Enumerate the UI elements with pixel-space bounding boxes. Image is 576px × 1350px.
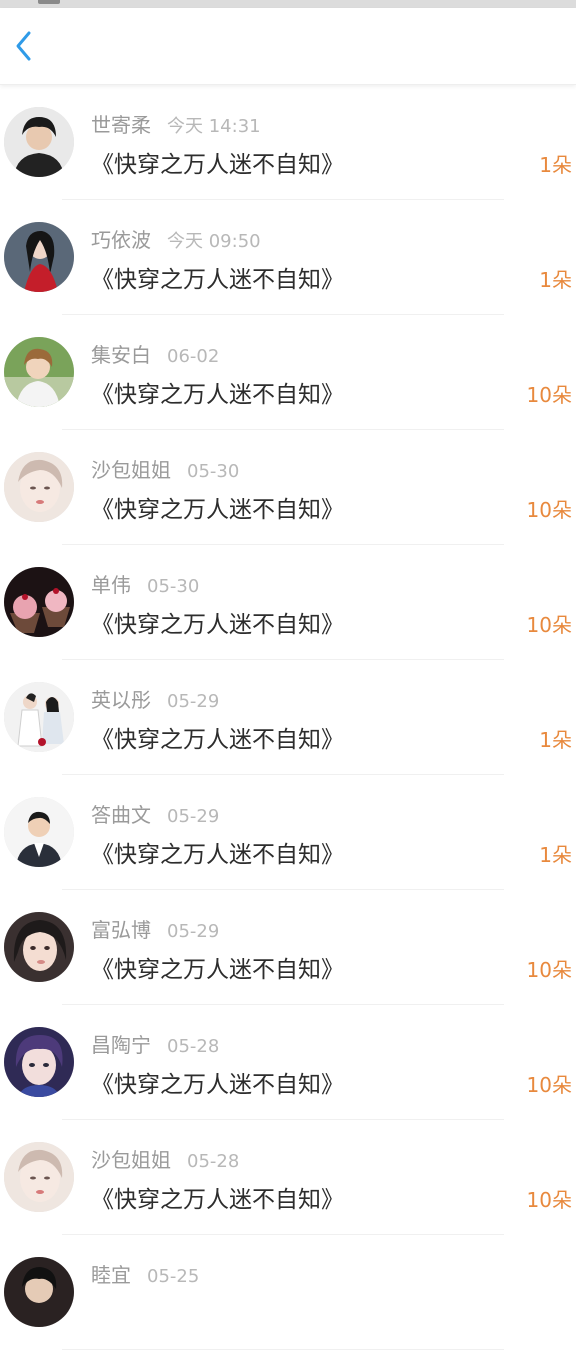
list-item[interactable]: 英以彤 05-29 《快穿之万人迷不自知》 1朵 — [0, 660, 576, 775]
avatar-costume-figures[interactable] — [4, 682, 74, 752]
list-item[interactable]: 巧依波 今天 09:50 《快穿之万人迷不自知》 1朵 — [0, 200, 576, 315]
timestamp: 今天 14:31 — [167, 116, 261, 137]
avatar-girl-dark-hair[interactable] — [4, 912, 74, 982]
item-meta: 集安白 06-02 — [91, 339, 219, 367]
gift-list: 世寄柔 今天 14:31 《快穿之万人迷不自知》 1朵 巧依波 今天 09:50… — [0, 85, 576, 1350]
item-meta: 昌陶宁 05-28 — [91, 1029, 219, 1057]
list-item[interactable]: 集安白 06-02 《快穿之万人迷不自知》 10朵 — [0, 315, 576, 430]
flower-count: 1朵 — [539, 728, 572, 752]
timestamp: 05-29 — [167, 691, 220, 712]
avatar-image — [4, 912, 74, 982]
avatar-image — [4, 567, 74, 637]
flower-count: 10朵 — [526, 1188, 572, 1212]
item-meta: 沙包姐姐 05-30 — [91, 454, 239, 482]
user-name[interactable]: 集安白 — [91, 339, 151, 368]
user-name[interactable]: 昌陶宁 — [91, 1029, 151, 1058]
user-name[interactable]: 单伟 — [91, 569, 131, 598]
timestamp: 05-28 — [187, 1151, 240, 1172]
avatar-image — [4, 452, 74, 522]
avatar-illustrated-girl[interactable] — [4, 1142, 74, 1212]
flower-count: 1朵 — [539, 153, 572, 177]
item-meta: 睦宜 05-25 — [91, 1259, 199, 1287]
list-item[interactable]: 世寄柔 今天 14:31 《快穿之万人迷不自知》 1朵 — [0, 85, 576, 200]
avatar-man-suit[interactable] — [4, 797, 74, 867]
avatar-image — [4, 337, 74, 407]
avatar-image — [4, 682, 74, 752]
flower-count: 10朵 — [526, 1073, 572, 1097]
list-item[interactable]: 睦宜 05-25 — [0, 1235, 576, 1350]
avatar-image — [4, 107, 74, 177]
avatar-image — [4, 1142, 74, 1212]
book-title[interactable]: 《快穿之万人迷不自知》 — [91, 145, 344, 179]
chevron-left-icon — [16, 31, 31, 61]
timestamp: 05-30 — [187, 461, 240, 482]
timestamp: 今天 09:50 — [167, 231, 261, 252]
item-meta: 巧依波 今天 09:50 — [91, 224, 261, 252]
book-title[interactable]: 《快穿之万人迷不自知》 — [91, 950, 344, 984]
book-title[interactable]: 《快穿之万人迷不自知》 — [91, 1065, 344, 1099]
back-button[interactable] — [4, 26, 44, 66]
flower-count: 1朵 — [539, 843, 572, 867]
item-meta: 世寄柔 今天 14:31 — [91, 109, 261, 137]
avatar-image — [4, 1027, 74, 1097]
user-name[interactable]: 睦宜 — [91, 1259, 131, 1288]
book-title[interactable]: 《快穿之万人迷不自知》 — [91, 490, 344, 524]
book-title[interactable]: 《快穿之万人迷不自知》 — [91, 260, 344, 294]
avatar-image — [4, 797, 74, 867]
timestamp: 05-28 — [167, 1036, 220, 1057]
list-item[interactable]: 富弘博 05-29 《快穿之万人迷不自知》 10朵 — [0, 890, 576, 1005]
item-meta: 富弘博 05-29 — [91, 914, 219, 942]
top-bar — [0, 8, 576, 85]
avatar-woman-red-dress[interactable] — [4, 222, 74, 292]
avatar-illustrated-girl[interactable] — [4, 452, 74, 522]
user-name[interactable]: 答曲文 — [91, 799, 151, 828]
avatar-cupcakes[interactable] — [4, 567, 74, 637]
timestamp: 05-25 — [147, 1266, 200, 1287]
avatar-boy-purple[interactable] — [4, 1027, 74, 1097]
status-icon — [38, 0, 60, 4]
book-title[interactable]: 《快穿之万人迷不自知》 — [91, 835, 344, 869]
timestamp: 05-30 — [147, 576, 200, 597]
flower-count: 10朵 — [526, 383, 572, 407]
user-name[interactable]: 富弘博 — [91, 914, 151, 943]
item-meta: 答曲文 05-29 — [91, 799, 219, 827]
user-name[interactable]: 巧依波 — [91, 224, 151, 253]
list-item[interactable]: 沙包姐姐 05-30 《快穿之万人迷不自知》 10朵 — [0, 430, 576, 545]
flower-count: 1朵 — [539, 268, 572, 292]
timestamp: 05-29 — [167, 806, 220, 827]
item-meta: 单伟 05-30 — [91, 569, 199, 597]
book-title[interactable]: 《快穿之万人迷不自知》 — [91, 720, 344, 754]
book-title[interactable]: 《快穿之万人迷不自知》 — [91, 605, 344, 639]
list-item[interactable]: 沙包姐姐 05-28 《快穿之万人迷不自知》 10朵 — [0, 1120, 576, 1235]
timestamp: 06-02 — [167, 346, 220, 367]
flower-count: 10朵 — [526, 498, 572, 522]
flower-count: 10朵 — [526, 613, 572, 637]
item-meta: 沙包姐姐 05-28 — [91, 1144, 239, 1172]
user-name[interactable]: 沙包姐姐 — [91, 454, 171, 483]
user-name[interactable]: 沙包姐姐 — [91, 1144, 171, 1173]
list-item[interactable]: 昌陶宁 05-28 《快穿之万人迷不自知》 10朵 — [0, 1005, 576, 1120]
status-bar — [0, 0, 576, 8]
list-item[interactable]: 单伟 05-30 《快穿之万人迷不自知》 10朵 — [0, 545, 576, 660]
book-title[interactable]: 《快穿之万人迷不自知》 — [91, 1180, 344, 1214]
avatar-image — [4, 1257, 74, 1327]
avatar-image — [4, 222, 74, 292]
timestamp: 05-29 — [167, 921, 220, 942]
avatar-man-outdoor[interactable] — [4, 337, 74, 407]
book-title[interactable]: 《快穿之万人迷不自知》 — [91, 375, 344, 409]
list-item[interactable]: 答曲文 05-29 《快穿之万人迷不自知》 1朵 — [0, 775, 576, 890]
avatar-person-dark-hair[interactable] — [4, 107, 74, 177]
avatar-person-dark[interactable] — [4, 1257, 74, 1327]
user-name[interactable]: 英以彤 — [91, 684, 151, 713]
flower-count: 10朵 — [526, 958, 572, 982]
item-meta: 英以彤 05-29 — [91, 684, 219, 712]
user-name[interactable]: 世寄柔 — [91, 109, 151, 138]
